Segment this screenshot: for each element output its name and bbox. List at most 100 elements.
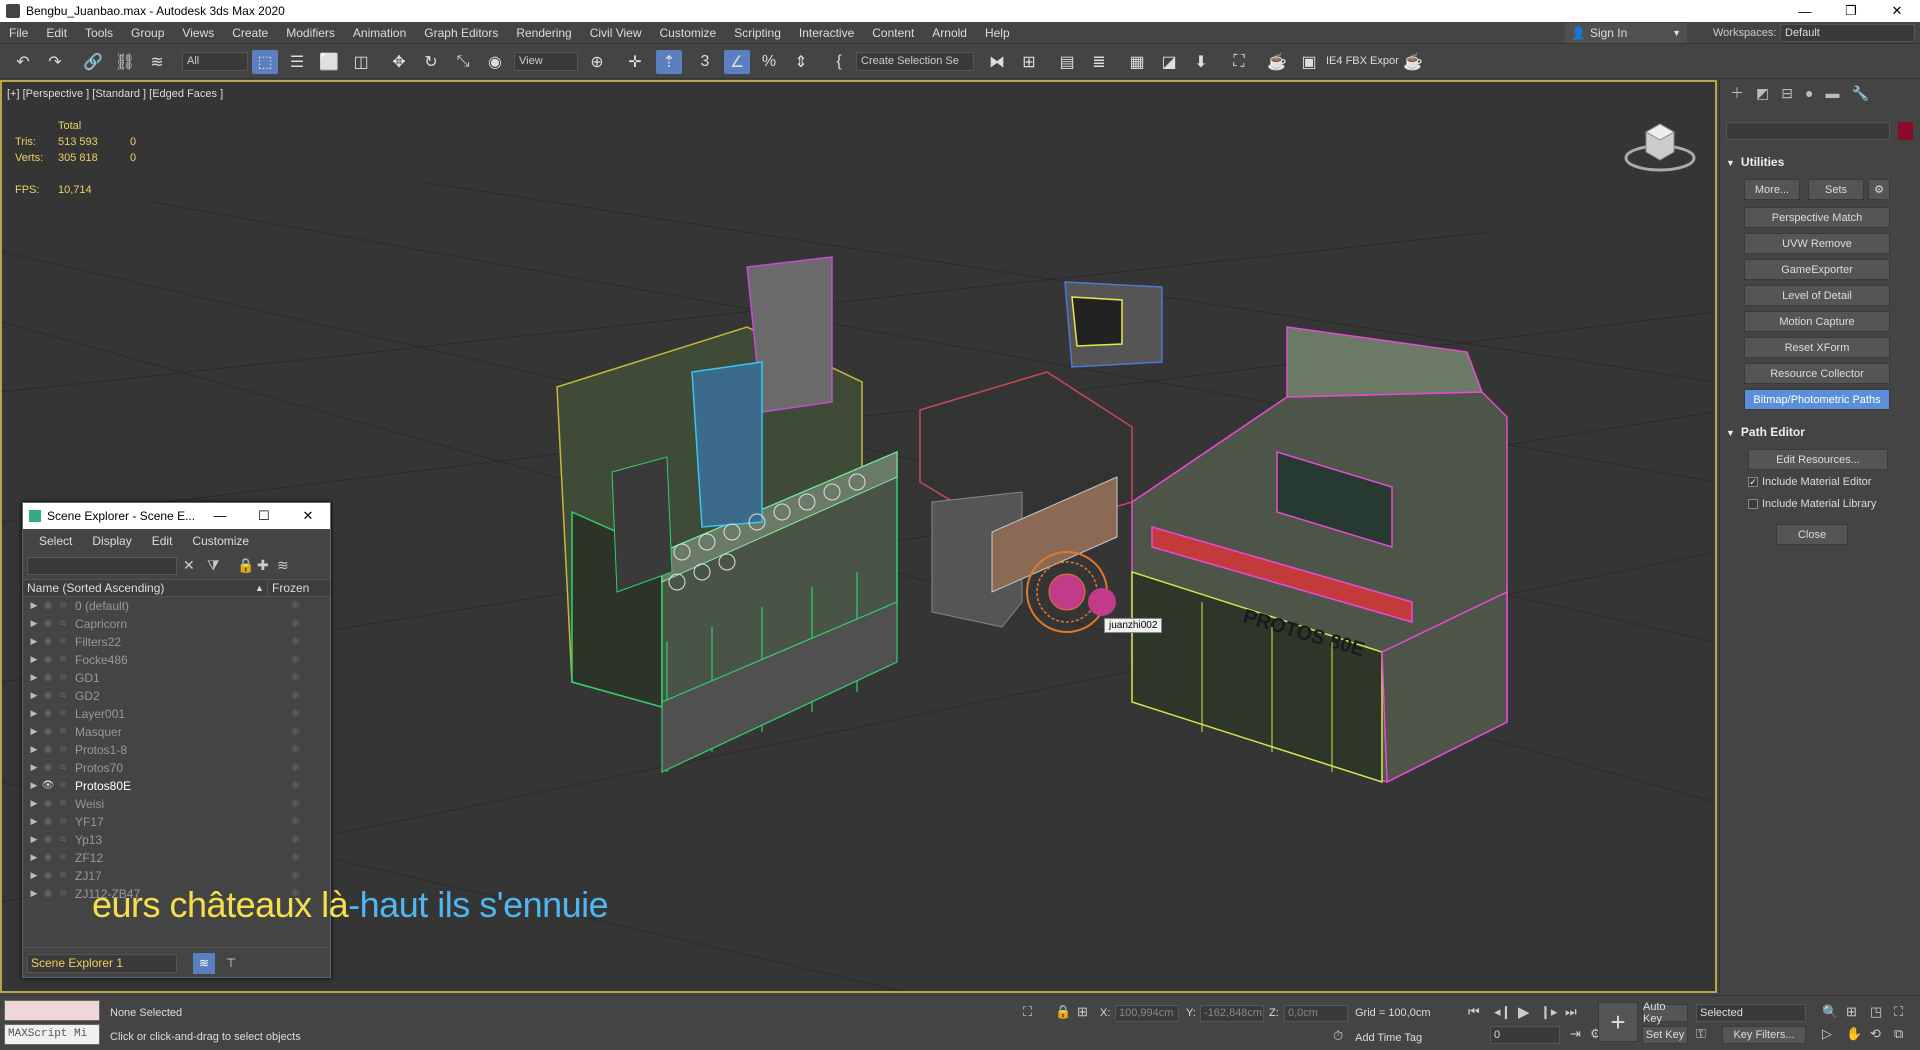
spinner-snap-icon[interactable]: ⇕ bbox=[788, 50, 814, 74]
expand-arrow-icon[interactable]: ▶ bbox=[27, 600, 41, 611]
add-time-tag[interactable]: Add Time Tag bbox=[1355, 1032, 1422, 1044]
freeze-icon[interactable]: ❄ bbox=[291, 797, 300, 810]
layer-row[interactable]: ▶ ◉ ≋ Masquer ❄ bbox=[23, 723, 330, 741]
se-menu-select[interactable]: Select bbox=[29, 534, 82, 548]
freeze-icon[interactable]: ❄ bbox=[291, 851, 300, 864]
menu-animation[interactable]: Animation bbox=[344, 22, 415, 44]
percent-snap-icon[interactable]: % bbox=[756, 50, 782, 74]
angle-snap-icon[interactable]: ∠ bbox=[724, 50, 750, 74]
include-material-library-checkbox[interactable]: Include Material Library bbox=[1748, 498, 1876, 510]
freeze-icon[interactable]: ❄ bbox=[291, 743, 300, 756]
freeze-icon[interactable]: ❄ bbox=[291, 635, 300, 648]
menu-views[interactable]: Views bbox=[173, 22, 223, 44]
layer-row[interactable]: ▶ ◉ ≋ GD2 ❄ bbox=[23, 687, 330, 705]
visibility-eye-icon[interactable]: ◉ bbox=[41, 672, 55, 683]
clear-icon[interactable]: ✕ bbox=[183, 557, 195, 574]
layer-stack-icon[interactable]: ≋ bbox=[55, 798, 71, 809]
visibility-eye-icon[interactable]: ◉ bbox=[41, 744, 55, 755]
expand-arrow-icon[interactable]: ▶ bbox=[27, 618, 41, 629]
visibility-eye-icon[interactable]: ◉ bbox=[41, 888, 55, 899]
align-icon[interactable]: ⊞ bbox=[1016, 50, 1042, 74]
sort-by-hierarchy-icon[interactable]: ⊤ bbox=[220, 953, 242, 974]
display-tab-icon[interactable]: ▬ bbox=[1825, 85, 1839, 101]
layer-row[interactable]: ▶ ◉ ≋ Protos70 ❄ bbox=[23, 759, 330, 777]
layer-stack-icon[interactable]: ≋ bbox=[55, 870, 71, 881]
layer-stack-icon[interactable]: ≋ bbox=[55, 654, 71, 665]
bind-space-warp-icon[interactable]: ≋ bbox=[144, 50, 170, 74]
layer-row[interactable]: ▶ ◉ ≋ GD1 ❄ bbox=[23, 669, 330, 687]
menu-scripting[interactable]: Scripting bbox=[725, 22, 790, 44]
expand-arrow-icon[interactable]: ▶ bbox=[27, 888, 41, 899]
exporter-label[interactable]: IE4 FBX Expor bbox=[1326, 55, 1399, 67]
sort-by-layer-icon[interactable]: ≋ bbox=[193, 953, 215, 974]
render-setup-icon[interactable]: ⛶ bbox=[1226, 50, 1252, 74]
expand-arrow-icon[interactable]: ▶ bbox=[27, 816, 41, 827]
visibility-eye-icon[interactable]: ◉ bbox=[41, 726, 55, 737]
scene-explorer-titlebar[interactable]: Scene Explorer - Scene E... — ☐ ✕ bbox=[23, 503, 330, 529]
window-crossing-icon[interactable]: ◫ bbox=[348, 50, 374, 74]
layer-stack-icon[interactable]: ≋ bbox=[55, 636, 71, 647]
expand-arrow-icon[interactable]: ▶ bbox=[27, 726, 41, 737]
selection-filter-select[interactable]: All bbox=[182, 52, 248, 71]
se-menu-display[interactable]: Display bbox=[82, 534, 141, 548]
freeze-icon[interactable]: ❄ bbox=[291, 779, 300, 792]
se-menu-customize[interactable]: Customize bbox=[182, 534, 259, 548]
freeze-icon[interactable]: ❄ bbox=[291, 671, 300, 684]
place-icon[interactable]: ◉ bbox=[482, 50, 508, 74]
freeze-icon[interactable]: ❄ bbox=[291, 869, 300, 882]
freeze-icon[interactable]: ❄ bbox=[291, 617, 300, 630]
layer-stack-icon[interactable]: ≋ bbox=[55, 672, 71, 683]
expand-arrow-icon[interactable]: ▶ bbox=[27, 654, 41, 665]
name-column-header[interactable]: Name (Sorted Ascending) bbox=[27, 581, 164, 595]
time-tag-icon[interactable]: ⏱ bbox=[1333, 1028, 1343, 1044]
key-icon[interactable]: ⚿ bbox=[1696, 1026, 1706, 1042]
expand-arrow-icon[interactable]: ▶ bbox=[27, 744, 41, 755]
menu-customize[interactable]: Customize bbox=[651, 22, 726, 44]
visibility-eye-icon[interactable]: ◉ bbox=[41, 816, 55, 827]
layer-row[interactable]: ▶ ◉ ≋ Yp13 ❄ bbox=[23, 831, 330, 849]
expand-arrow-icon[interactable]: ▶ bbox=[27, 870, 41, 881]
hierarchy-tab-icon[interactable]: ⊟ bbox=[1781, 85, 1793, 102]
expand-arrow-icon[interactable]: ▶ bbox=[27, 636, 41, 647]
layer-row[interactable]: ▶ ◉ ≋ Weisi ❄ bbox=[23, 795, 330, 813]
layer-row[interactable]: ▶ ◉ ≋ 0 (default) ❄ bbox=[23, 597, 330, 615]
schematic-view-icon[interactable]: ◪ bbox=[1156, 50, 1182, 74]
visibility-eye-icon[interactable]: ◉ bbox=[41, 852, 55, 863]
previous-frame-icon[interactable]: ◂❙ bbox=[1494, 1004, 1511, 1020]
menu-tools[interactable]: Tools bbox=[76, 22, 122, 44]
play-icon[interactable]: ▶ bbox=[1518, 1003, 1530, 1021]
layer-stack-icon[interactable]: ≋ bbox=[55, 816, 71, 827]
zoom-extents-all-icon[interactable]: ⛶ bbox=[1894, 1004, 1903, 1020]
utilities-tab-icon[interactable]: 🔧 bbox=[1851, 85, 1868, 102]
zoom-all-icon[interactable]: ⊞ bbox=[1846, 1004, 1857, 1020]
frozen-column-header[interactable]: Frozen bbox=[267, 581, 309, 595]
curve-editor-icon[interactable]: ▦ bbox=[1124, 50, 1150, 74]
scale-icon[interactable]: ⤡ bbox=[450, 50, 476, 74]
maximize-viewport-icon[interactable]: ⧉ bbox=[1894, 1026, 1903, 1042]
layer-stack-icon[interactable]: ≋ bbox=[55, 762, 71, 773]
visibility-eye-icon[interactable]: ◉ bbox=[41, 708, 55, 719]
layer-row[interactable]: ▶ 👁 ≋ Protos80E ❄ bbox=[23, 777, 330, 795]
key-filters-button[interactable]: Key Filters... bbox=[1722, 1026, 1806, 1044]
restore-button[interactable]: ❐ bbox=[1828, 0, 1874, 22]
freeze-icon[interactable]: ❄ bbox=[291, 599, 300, 612]
go-to-start-icon[interactable]: ⏮ bbox=[1468, 1004, 1480, 1020]
current-frame-field[interactable]: 0 bbox=[1490, 1026, 1560, 1044]
layer-row[interactable]: ▶ ◉ ≋ Capricorn ❄ bbox=[23, 615, 330, 633]
object-name-field[interactable] bbox=[1726, 122, 1890, 140]
menu-arnold[interactable]: Arnold bbox=[923, 22, 976, 44]
expand-arrow-icon[interactable]: ▶ bbox=[27, 690, 41, 701]
visibility-eye-icon[interactable]: ◉ bbox=[41, 762, 55, 773]
expand-arrow-icon[interactable]: ▶ bbox=[27, 798, 41, 809]
keyboard-shortcut-override-icon[interactable]: ⇡ bbox=[656, 50, 682, 74]
teapot-render-icon[interactable]: ☕ bbox=[1400, 50, 1426, 74]
expand-arrow-icon[interactable]: ▶ bbox=[27, 708, 41, 719]
layer-row[interactable]: ▶ ◉ ≋ YF17 ❄ bbox=[23, 813, 330, 831]
explorer-name-select[interactable]: Scene Explorer 1 bbox=[27, 954, 177, 973]
expand-arrow-icon[interactable]: ▶ bbox=[27, 762, 41, 773]
pivot-center-icon[interactable]: ⊕ bbox=[584, 50, 610, 74]
z-coordinate-field[interactable]: 0,0cm bbox=[1284, 1005, 1348, 1022]
viewport-label[interactable]: [+] [Perspective ] [Standard ] [Edged Fa… bbox=[7, 88, 223, 100]
utility-button-motion-capture[interactable]: Motion Capture bbox=[1744, 311, 1890, 332]
menu-create[interactable]: Create bbox=[223, 22, 277, 44]
